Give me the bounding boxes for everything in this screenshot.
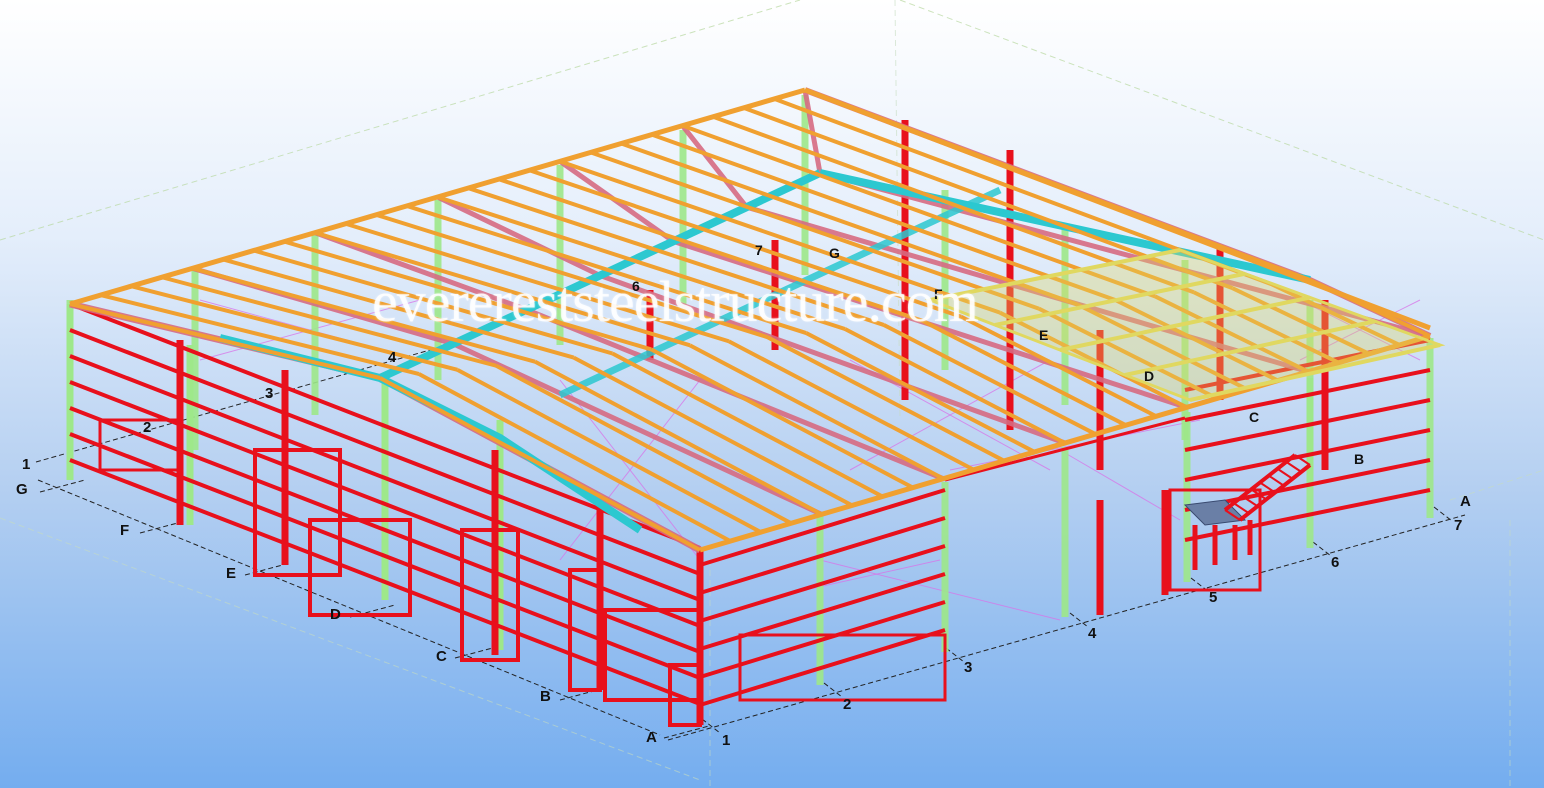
steel-structure-model: 1 2 3 4 G F E D C B A 1 2 3 4 5 6 7 A 6 … — [0, 0, 1544, 788]
grid-label-left-c: C — [436, 648, 447, 665]
grid-label-inner-c: C — [1249, 409, 1259, 425]
grid-label-left-1: 1 — [22, 456, 30, 473]
grid-label-left-b: B — [540, 688, 551, 705]
grid-tick-front-3 — [1069, 612, 1089, 628]
grid-label-left-3: 3 — [265, 385, 273, 402]
stair-icon — [1183, 453, 1312, 570]
grid-label-front-1: 1 — [722, 732, 730, 749]
stair-tread-6 — [1276, 467, 1294, 480]
grid-label-front-2: 2 — [843, 696, 851, 713]
grid-label-inner-e: E — [1039, 327, 1048, 343]
grid-tick-front-5 — [1312, 541, 1332, 557]
grid-label-right-a: A — [1460, 493, 1471, 510]
model-viewport[interactable]: 1 2 3 4 G F E D C B A 1 2 3 4 5 6 7 A 6 … — [0, 0, 1544, 788]
grid-label-front-7: 7 — [1454, 517, 1462, 534]
purlin-front-0 — [379, 376, 701, 552]
bracing-member-6 — [819, 559, 1061, 621]
purlin-front-12 — [844, 327, 1066, 445]
window-frame-1 — [738, 633, 947, 702]
guide-line — [899, 0, 1544, 241]
grid-label-inner-b: B — [1354, 451, 1364, 467]
grid-label-left-g: G — [16, 481, 28, 498]
grid-label-left-d: D — [330, 606, 341, 623]
grid-tick-front-6 — [1433, 506, 1453, 522]
grid-label-inner-f: F — [934, 286, 943, 302]
grid-label-inner-g: G — [829, 245, 840, 261]
purlin-front-11 — [805, 331, 1036, 454]
grid-label-left-e: E — [226, 565, 236, 582]
grid-label-front-5: 5 — [1209, 589, 1217, 606]
grid-label-left-2: 2 — [143, 419, 151, 436]
grid-tick-left-6 — [663, 725, 710, 739]
stair-tread-7 — [1285, 461, 1302, 473]
grid-label-inner-6: 6 — [632, 278, 640, 294]
purlin-front-3 — [495, 363, 793, 526]
grid-label-inner-d: D — [1144, 368, 1154, 384]
purlin-front-10 — [766, 335, 1006, 463]
grid-tick-front-2 — [945, 647, 965, 663]
stair-tread-5 — [1268, 474, 1285, 487]
stair-tread-4 — [1259, 481, 1276, 494]
grid-label-left-4: 4 — [388, 349, 397, 366]
grid-label-front-6: 6 — [1331, 554, 1339, 571]
grid-label-left-f: F — [120, 522, 129, 539]
purlin-back-0 — [69, 302, 381, 380]
grid-label-front-4: 4 — [1088, 625, 1097, 642]
grid-label-front-3: 3 — [964, 659, 972, 676]
grid-label-inner-7: 7 — [755, 242, 763, 258]
grid-label-left-a: A — [646, 729, 657, 746]
